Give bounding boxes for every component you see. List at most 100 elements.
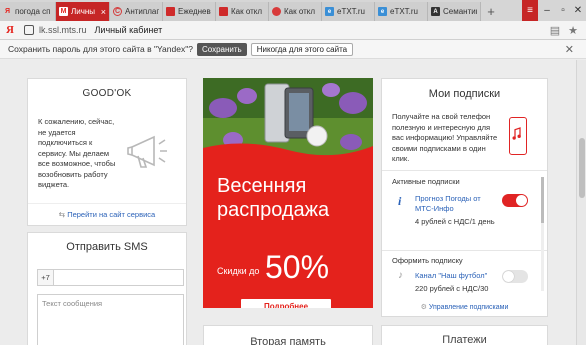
close-icon[interactable]: × [99,7,106,17]
divider [28,203,186,204]
manage-link-label: Управление подписками [428,304,509,311]
payments-title: Платежи [442,334,487,345]
star-icon[interactable]: ★ [568,24,578,37]
tab-8[interactable]: A Семантик [428,2,481,21]
subscription-toggle-on[interactable] [502,194,528,207]
subscriptions-widget: Мои подписки Получайте на свой телефон п… [381,78,548,317]
phone-field[interactable]: +7 [37,269,184,286]
tab-label: погода сп [15,7,51,16]
promo-line2: распродажа [217,199,330,221]
subscription-price-unit: рублей с НДС/1 день [421,217,495,226]
tab-label: Антиплаг [125,7,159,16]
tab-1-active[interactable]: М Личны × [56,2,110,21]
promo-photo [203,78,373,168]
save-password-button[interactable]: Сохранить [196,42,247,56]
offer-price-unit: рублей с НДС/30 [429,284,489,293]
url-text[interactable]: lk.ssl.mts.ru [39,25,87,35]
minimize-icon[interactable]: – [540,0,554,21]
manage-subscriptions-link[interactable]: ⚙ Управление подписками [382,303,547,311]
goodok-title: GOOD'OK [82,88,132,99]
copy-icon[interactable]: ▤ [550,24,560,37]
message-textarea[interactable]: Текст сообщения [37,294,184,345]
browser-window: Я погода сп М Личны × C Антиплаг Ежеднев… [0,0,586,345]
toggle-knob [503,271,514,282]
offer-price-value: 220 [415,284,428,293]
phone-prefix: +7 [38,270,54,285]
subscription-name[interactable]: Прогноз Погоды от МТС-Инфо [415,194,495,214]
info-icon: i [398,194,402,208]
password-prompt: Сохранить пароль для этого сайта в "Yand… [8,44,193,54]
page-scrollbar[interactable] [576,60,586,345]
etxt-icon: e [325,7,334,16]
tab-label: Личны [71,7,96,16]
subscriptions-title: Мои подписки [428,88,501,100]
subscription-price: 4 рублей с НДС/1 день [415,217,495,226]
never-save-button[interactable]: Никогда для этого сайта [250,42,354,56]
tab-label: eTXT.ru [337,7,366,16]
goodok-link-label: Перейти на сайт сервиса [67,210,156,219]
mts-icon: М [59,7,68,16]
goodok-widget: GOOD'OK К сожалению, сейчас, не удается … [27,78,187,226]
tab-3[interactable]: Ежеднев [163,2,216,21]
tab-4[interactable]: Как откл [216,2,269,21]
offer-subscriptions-header: Оформить подписку [392,256,463,265]
inner-scrollbar[interactable] [541,177,544,291]
news-icon [166,7,175,16]
subscriptions-intro: Получайте на свой телефон полезную и инт… [392,112,498,163]
semantic-icon: A [431,7,440,16]
close-window-icon[interactable]: ✕ [571,0,585,21]
sms-widget: Отправить SMS +7 Текст сообщения [27,232,187,345]
tab-label: Как откл [231,7,263,16]
promo-line1: Весенняя [217,175,307,197]
sms-title: Отправить SMS [66,241,148,253]
new-tab-button[interactable]: + [481,2,501,21]
divider [382,170,547,171]
news-icon [219,7,228,16]
megaphone-icon [127,135,167,168]
divider [382,250,547,251]
goodok-site-link[interactable]: ⇆ Перейти на сайт сервиса [28,210,186,219]
more-button[interactable]: Подробнее [241,299,331,308]
scroll-thumb[interactable] [541,177,544,223]
tab-2[interactable]: C Антиплаг [110,2,163,21]
tab-label: Как откл [284,7,316,16]
goodok-message: К сожалению, сейчас, не удается подключи… [38,117,116,189]
yandex-logo[interactable]: Я [0,24,20,36]
message-placeholder: Текст сообщения [42,299,103,308]
phone-input[interactable] [54,270,183,285]
offer-name[interactable]: Канал "Наш футбол" [415,271,503,281]
tab-0[interactable]: Я погода сп [0,2,56,21]
memory-widget: Вторая память [203,325,373,345]
page-viewport: GOOD'OK К сожалению, сейчас, не удается … [0,60,586,345]
circle-icon [272,7,281,16]
subscription-price-value: 4 [415,217,420,226]
address-actions: ▤ ★ [550,24,578,37]
phone-music-icon [509,117,527,155]
password-save-bar: Сохранить пароль для этого сайта в "Yand… [0,40,586,59]
payments-widget: Платежи [381,325,548,345]
music-icon: ♪ [398,270,403,281]
menu-icon[interactable]: ≡ [522,0,538,21]
address-bar: Я lk.ssl.mts.ru Личный кабинет ▤ ★ [0,21,586,40]
promo-banner[interactable]: Весенняя распродажа Скидки до 50% Подроб… [203,78,373,308]
toggle-knob [516,195,527,206]
link-icon: ⇆ [58,210,66,219]
tab-strip: Я погода сп М Личны × C Антиплаг Ежеднев… [0,0,586,21]
tab-label: Семантик [443,7,477,16]
tab-6[interactable]: e eTXT.ru [322,2,375,21]
etxt-icon: e [378,7,387,16]
settings-icon: ⚙ [420,304,427,311]
scroll-thumb[interactable] [579,138,585,198]
antiplagiat-icon: C [113,7,122,16]
page-title: Личный кабинет [94,25,163,35]
tab-label: eTXT.ru [390,7,419,16]
close-icon[interactable]: ✕ [565,43,574,56]
offer-toggle-off[interactable] [502,270,528,283]
lock-icon[interactable] [24,25,34,35]
discount-value: 50% [265,249,330,285]
maximize-icon[interactable]: ▫ [556,0,570,21]
active-subscriptions-header: Активные подписки [392,177,460,186]
tab-label: Ежеднев [178,7,211,16]
tab-7[interactable]: e eTXT.ru [375,2,428,21]
tab-5[interactable]: Как откл [269,2,322,21]
